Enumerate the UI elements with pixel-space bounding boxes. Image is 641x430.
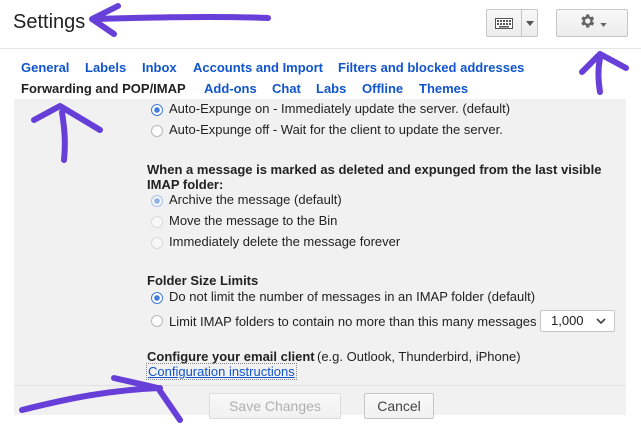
tab-labs[interactable]: Labs <box>316 81 346 96</box>
option-label: Move the message to the Bin <box>169 213 338 228</box>
settings-panel: Auto-Expunge on - Immediately update the… <box>14 99 626 419</box>
radio-limit-folders[interactable] <box>151 315 163 327</box>
page-title: Settings <box>13 11 86 33</box>
keyboard-icon[interactable] <box>487 10 522 36</box>
section-heading: IMAP folder: <box>147 177 224 192</box>
radio-auto-expunge-on[interactable] <box>151 104 163 116</box>
divider <box>14 385 626 386</box>
tab-accounts-and-import[interactable]: Accounts and Import <box>193 60 323 75</box>
chevron-down-icon <box>599 14 607 32</box>
radio-delete-forever[interactable] <box>151 237 163 249</box>
option-label: Limit IMAP folders to contain no more th… <box>169 314 537 329</box>
tab-add-ons[interactable]: Add-ons <box>204 81 257 96</box>
radio-move-to-bin[interactable] <box>151 216 163 228</box>
option-label: Auto-Expunge on - Immediately update the… <box>169 101 511 116</box>
select-value: 1,000 <box>551 313 584 328</box>
option-label: Immediately delete the message forever <box>169 234 401 249</box>
message-limit-select[interactable]: 1,000 <box>540 310 615 332</box>
gear-icon <box>578 12 596 35</box>
tab-themes[interactable]: Themes <box>419 81 468 96</box>
section-heading: Configure your email client <box>147 349 315 364</box>
radio-archive-message[interactable] <box>151 195 163 207</box>
option-label: Do not limit the number of messages in a… <box>169 289 536 304</box>
chevron-down-icon[interactable] <box>522 10 538 36</box>
configuration-instructions-link[interactable]: Configuration instructions <box>146 363 297 380</box>
tab-offline[interactable]: Offline <box>362 81 403 96</box>
radio-auto-expunge-off[interactable] <box>151 125 163 137</box>
cancel-button[interactable]: Cancel <box>364 393 434 419</box>
tab-labels[interactable]: Labels <box>85 60 126 75</box>
settings-gear-button[interactable] <box>556 9 628 37</box>
tab-chat[interactable]: Chat <box>272 81 301 96</box>
tab-general[interactable]: General <box>21 60 69 75</box>
header-bar: Settings <box>0 0 641 49</box>
option-label: Archive the message (default) <box>169 192 342 207</box>
settings-tabs: General Labels Inbox Accounts and Import… <box>0 49 641 99</box>
tab-filters-and-blocked-addresses[interactable]: Filters and blocked addresses <box>338 60 524 75</box>
chevron-down-icon <box>596 311 606 337</box>
save-changes-button[interactable]: Save Changes <box>209 393 341 419</box>
option-label: Auto-Expunge off - Wait for the client t… <box>169 122 503 137</box>
input-tools-button[interactable] <box>486 9 538 37</box>
client-examples: (e.g. Outlook, Thunderbird, iPhone) <box>317 349 521 364</box>
section-heading: Folder Size Limits <box>147 273 259 288</box>
section-heading: When a message is marked as deleted and … <box>147 162 602 177</box>
radio-no-limit[interactable] <box>151 292 163 304</box>
tab-forwarding-and-pop-imap[interactable]: Forwarding and POP/IMAP <box>21 81 186 96</box>
tab-inbox[interactable]: Inbox <box>142 60 177 75</box>
